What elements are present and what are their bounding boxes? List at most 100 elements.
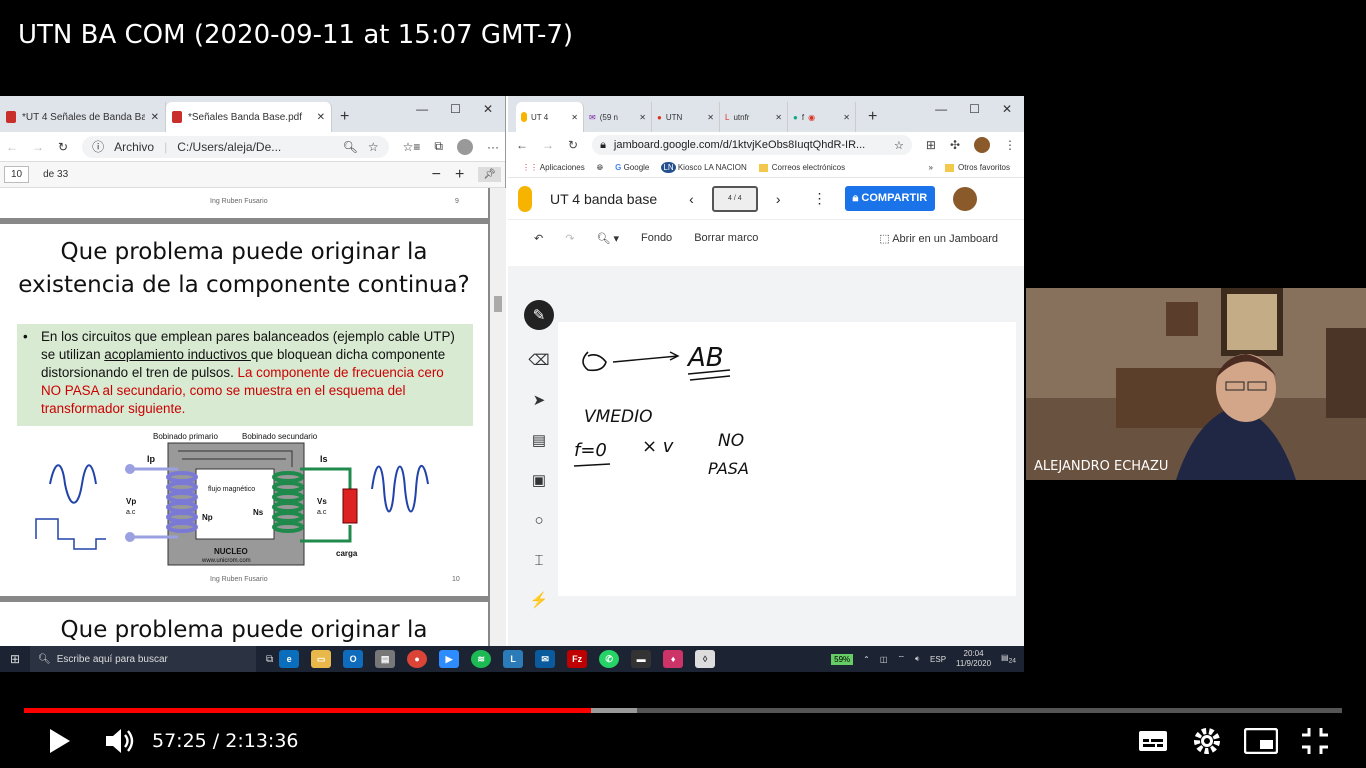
image-icon[interactable]: ▣ (529, 470, 549, 490)
exit-fullscreen-icon[interactable] (1301, 727, 1329, 755)
battery-indicator[interactable]: 59% (831, 653, 854, 665)
jam-canvas[interactable]: AB VMEDIO f=0 × v NO PASA (558, 322, 1016, 596)
windows-start-icon[interactable]: ⊞ (10, 652, 20, 666)
tab-utnfr[interactable]: Lutnfr ✕ (720, 102, 788, 132)
close-icon[interactable]: ✕ (639, 113, 646, 122)
overflow-icon[interactable]: » (929, 163, 933, 172)
notifications-icon[interactable]: ▤24 (1001, 653, 1016, 665)
play-icon[interactable] (48, 728, 72, 754)
extension-icon[interactable]: ⊞ (926, 138, 936, 152)
scrollbar[interactable] (490, 188, 506, 646)
terminal-icon[interactable]: ▬ (631, 650, 652, 668)
star-icon[interactable]: ☆ (894, 139, 904, 152)
close-window-icon[interactable]: ✕ (1002, 102, 1012, 116)
menu-icon[interactable]: ⋮ (1004, 138, 1016, 152)
avatar[interactable] (457, 138, 473, 155)
subtitles-icon[interactable] (1138, 729, 1168, 753)
taskbar-search[interactable]: 🔍︎ Escribe aquí para buscar (30, 646, 256, 672)
page-number-input[interactable]: 10 (4, 166, 30, 183)
avatar[interactable] (974, 137, 990, 153)
filezilla-icon[interactable]: Fz (567, 650, 588, 668)
textbox-icon[interactable]: ⌶ (529, 550, 549, 570)
circle-icon[interactable]: ○ (529, 510, 549, 530)
minimize-icon[interactable]: — (416, 102, 428, 116)
sticky-note-icon[interactable]: ▤ (529, 430, 549, 450)
close-icon[interactable]: ✕ (775, 113, 782, 122)
tab-jamboard[interactable]: UT 4 ✕ (516, 102, 584, 132)
pen-icon[interactable]: ✎ (524, 300, 554, 330)
volume-icon[interactable] (104, 727, 136, 755)
tab-ut4[interactable]: *UT 4 Señales de Banda Base ✕ (0, 102, 166, 132)
url-field[interactable]: ⓘ Archivo | C:/Users/aleja/De... 🔍︎ ☆ (82, 135, 389, 158)
bookmark-globe[interactable]: 🌐︎ (597, 163, 603, 173)
back-icon[interactable]: ← (516, 138, 528, 152)
clock[interactable]: 20:04 11/9/2020 (956, 649, 991, 669)
volume-icon[interactable]: 🔉︎ (915, 654, 920, 664)
close-icon[interactable]: ✕ (571, 113, 578, 122)
close-icon[interactable]: ✕ (707, 113, 714, 122)
printer-icon[interactable]: ▤ (375, 650, 396, 668)
bookmark-google[interactable]: G Google (615, 163, 649, 172)
lang-indicator[interactable]: ESP (930, 655, 946, 664)
zoom-icon[interactable]: 🔍︎ (343, 140, 358, 154)
app-icon[interactable]: ◊ (695, 650, 716, 668)
zoom-out-icon[interactable]: − (432, 166, 441, 184)
close-icon[interactable]: ✕ (151, 112, 159, 123)
tab-meet[interactable]: ● f ◉ ✕ (788, 102, 856, 132)
network-icon[interactable]: ◫ (880, 655, 888, 664)
maximize-icon[interactable]: ☐ (450, 102, 461, 116)
spotify-icon[interactable]: ≋ (471, 650, 492, 668)
laser-icon[interactable]: ⚡ (529, 590, 549, 610)
more-icon[interactable]: ··· (487, 140, 499, 154)
zoom-app-icon[interactable]: ▶ (439, 650, 460, 668)
new-tab-icon[interactable]: + (856, 108, 889, 132)
more-vert-icon[interactable]: ⋮ (813, 190, 827, 207)
clear-frame-button[interactable]: Borrar marco (694, 232, 758, 244)
whatsapp-icon[interactable]: ✆ (599, 650, 620, 668)
select-icon[interactable]: ➤ (529, 390, 549, 410)
bookmark-otros[interactable]: Otros favoritos (944, 163, 1010, 172)
jam-title[interactable]: UT 4 banda base (550, 191, 657, 207)
zoom-in-icon[interactable]: + (455, 166, 464, 184)
redo-icon[interactable]: ↷ (565, 232, 574, 245)
seek-bar[interactable] (24, 708, 1342, 713)
settings-gear-icon[interactable] (1193, 727, 1221, 755)
mail-app-icon[interactable]: ✉ (535, 650, 556, 668)
forward-icon[interactable]: → (32, 140, 44, 154)
task-view-icon[interactable]: ⧉ (266, 654, 273, 665)
new-tab-icon[interactable]: + (332, 108, 357, 132)
explorer-icon[interactable]: ▭ (311, 650, 332, 668)
forward-icon[interactable]: → (542, 138, 554, 152)
zoom-icon[interactable]: 🔍︎ ▾ (596, 232, 619, 245)
wifi-icon[interactable]: ⌔ (897, 654, 905, 664)
close-icon[interactable]: ✕ (843, 113, 850, 122)
outlook-icon[interactable]: O (343, 650, 364, 668)
eraser-icon[interactable]: ⌫ (528, 350, 549, 370)
background-button[interactable]: Fondo (641, 232, 672, 244)
favorites-icon[interactable]: ☆≡ (403, 140, 421, 154)
chrome-icon[interactable]: ● (407, 650, 428, 668)
bookmark-kiosco[interactable]: LN Kiosco LA NACION (661, 162, 747, 173)
chevron-up-icon[interactable]: ⌃ (863, 655, 870, 664)
minimize-icon[interactable]: — (935, 102, 947, 116)
pin-icon[interactable]: 📌︎ (478, 167, 501, 182)
back-icon[interactable]: ← (6, 140, 18, 154)
bookmark-correos[interactable]: Correos electrónicos (758, 163, 845, 172)
open-in-jamboard-button[interactable]: ⬚ Abrir en un Jamboard (879, 232, 998, 245)
frame-selector[interactable]: 4 / 4 (711, 185, 758, 212)
avatar[interactable] (953, 186, 978, 211)
tab-mail[interactable]: ✉ (59 n ✕ (584, 102, 652, 132)
edge-icon[interactable]: e (279, 650, 300, 668)
next-frame-icon[interactable]: › (776, 191, 781, 207)
tab-pdf[interactable]: *Señales Banda Base.pdf ✕ (166, 102, 332, 132)
collections-icon[interactable]: ⧉ (434, 139, 443, 154)
tab-utn[interactable]: ● UTN ✕ (652, 102, 720, 132)
refresh-icon[interactable]: ↻ (568, 138, 578, 152)
close-window-icon[interactable]: ✕ (483, 102, 493, 116)
app-l-icon[interactable]: L (503, 650, 524, 668)
close-icon[interactable]: ✕ (317, 112, 325, 123)
star-icon[interactable]: ☆ (368, 140, 379, 154)
share-button[interactable]: 🔒︎ COMPARTIR (844, 186, 936, 211)
bookmark-apps[interactable]: ⋮⋮ Aplicaciones (522, 163, 585, 172)
url-field[interactable]: 🔒︎ jamboard.google.com/d/1ktvjKeObs8IuqtQ… (592, 135, 912, 155)
